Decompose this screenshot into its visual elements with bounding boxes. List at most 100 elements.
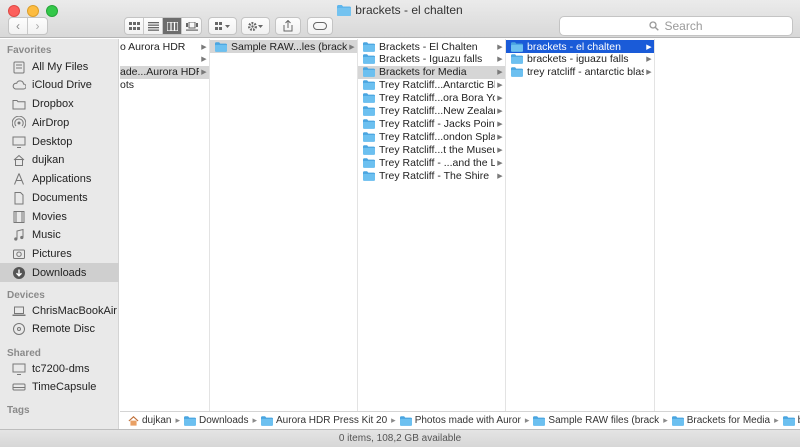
- sidebar-item-all-my-files[interactable]: All My Files: [0, 57, 119, 76]
- column-row[interactable]: ade...Aurora HDR ▶: [120, 65, 209, 79]
- column-row[interactable]: ▶: [120, 53, 209, 66]
- browser-column[interactable]: brackets - el chalten ▶ brackets - iguazu …: [506, 39, 655, 411]
- sidebar-item-desktop[interactable]: Desktop: [0, 132, 119, 151]
- path-separator-icon: ▸: [252, 415, 258, 425]
- column-row[interactable]: Brackets - Iguazu falls ▶: [358, 53, 505, 66]
- search-field[interactable]: Search: [559, 16, 793, 36]
- icon-view-button[interactable]: [125, 18, 144, 34]
- column-row-label: Trey Ratcliff...New Zealand: [379, 105, 495, 117]
- favorites-header: Favorites: [7, 45, 52, 56]
- folder-icon: [363, 41, 375, 52]
- column-row-label: Trey Ratcliff...ondon Splash: [379, 130, 495, 143]
- column-row[interactable]: Brackets for Media ▶: [358, 65, 505, 79]
- column-row-label: Trey Ratcliff - Jacks Point: [379, 117, 495, 130]
- disc-icon: [13, 323, 25, 336]
- column-row-label: brackets - iguazu falls: [527, 53, 629, 66]
- path-bar: dujkan ▸ Downloads ▸ Aurora HDR Press Kit 20…: [120, 411, 800, 429]
- pictures-icon: [13, 249, 25, 259]
- column-row[interactable]: brackets - el chalten ▶: [506, 40, 654, 53]
- browser-column[interactable]: o Aurora HDR ▶ ▶ ade...Aurora HDR ▶ ots: [120, 39, 210, 411]
- sidebar-item-remote-disc[interactable]: Remote Disc: [0, 320, 119, 339]
- devices-header: Devices: [7, 290, 45, 301]
- action-button[interactable]: [241, 17, 270, 35]
- column-row[interactable]: Trey Ratcliff - The Shire ▶: [358, 169, 505, 182]
- column-row-label: Brackets - El Chalten: [379, 40, 478, 53]
- browser-column-empty[interactable]: [655, 39, 800, 411]
- disclosure-arrow-icon: ▶: [497, 120, 503, 128]
- column-row[interactable]: Trey Ratcliff...ondon Splash ▶: [358, 130, 505, 143]
- sidebar-item-tc7200-dms[interactable]: tc7200-dms: [0, 359, 119, 378]
- monitor-icon: [12, 363, 26, 375]
- sidebar: Favorites All My Files iCloud Drive Dropbo…: [0, 39, 119, 447]
- column-row[interactable]: ots: [120, 79, 209, 92]
- sidebar-item-music[interactable]: Music: [0, 226, 119, 245]
- folder-icon: [363, 93, 375, 103]
- column-row[interactable]: Trey Ratcliff - ...and the Lake▶: [358, 156, 505, 169]
- list-view-button[interactable]: [144, 18, 163, 34]
- column-row[interactable]: Trey Ratcliff...New Zealand ▶: [358, 105, 505, 118]
- column-view-button[interactable]: [163, 18, 182, 34]
- downloads-icon: [13, 266, 25, 279]
- status-bar: 0 items, 108,2 GB available: [0, 429, 800, 447]
- sidebar-item-label: All My Files: [32, 60, 89, 73]
- sidebar-item-dropbox[interactable]: Dropbox: [0, 95, 119, 114]
- path-item[interactable]: Aurora HDR Press Kit 20: [261, 415, 387, 426]
- column-row-label: ade...Aurora HDR: [120, 66, 199, 79]
- sidebar-item-airdrop[interactable]: AirDrop: [0, 113, 119, 132]
- column-row[interactable]: trey ratcliff - antarctic blast ▶: [506, 66, 654, 79]
- folder-icon: [533, 415, 546, 426]
- path-item[interactable]: Sample RAW files (brack: [533, 415, 659, 426]
- path-item[interactable]: Downloads: [184, 415, 248, 426]
- sidebar-item-icloud-drive[interactable]: iCloud Drive: [0, 76, 119, 95]
- view-mode-buttons: [124, 17, 202, 35]
- disclosure-arrow-icon: ▶: [201, 69, 207, 77]
- disclosure-arrow-icon: ▶: [497, 69, 503, 77]
- sidebar-item-label: Music: [32, 229, 61, 242]
- desktop-icon: [12, 136, 26, 148]
- browser-column[interactable]: Sample RAW...les (brackets)▶: [210, 39, 358, 411]
- path-item[interactable]: Brackets for Media: [671, 415, 770, 426]
- sidebar-item-label: Applications: [32, 173, 92, 185]
- folder-icon: [12, 100, 26, 110]
- share-button[interactable]: [275, 17, 301, 35]
- folder-icon: [671, 415, 684, 426]
- path-item[interactable]: dujkan: [128, 415, 171, 426]
- arrange-button[interactable]: [208, 17, 237, 35]
- sidebar-item-downloads[interactable]: Downloads: [0, 263, 119, 283]
- sidebar-item-documents[interactable]: Documents: [0, 188, 119, 207]
- sidebar-item-timecapsule[interactable]: TimeCapsule: [0, 378, 119, 397]
- folder-icon: [363, 132, 375, 142]
- documents-icon: [14, 191, 24, 205]
- sidebar-item-dujkan[interactable]: dujkan: [0, 151, 119, 170]
- forward-button[interactable]: ›: [28, 18, 47, 34]
- column-row[interactable]: o Aurora HDR ▶: [120, 40, 209, 53]
- sidebar-item-applications[interactable]: Applications: [0, 170, 119, 189]
- column-row[interactable]: Brackets - El Chalten ▶: [358, 40, 505, 53]
- path-item[interactable]: brackets - el chalten: [782, 415, 800, 426]
- column-row[interactable]: Trey Ratcliff...t the Museum ▶: [358, 143, 505, 156]
- disclosure-arrow-icon: ▶: [201, 43, 207, 51]
- sidebar-item-label: AirDrop: [32, 116, 70, 129]
- search-placeholder: Search: [664, 19, 703, 33]
- folder-icon: [511, 67, 523, 78]
- column-row[interactable]: brackets - iguazu falls ▶: [506, 53, 654, 66]
- cloud-icon: [12, 80, 26, 90]
- airdrop-icon: [12, 115, 26, 128]
- sidebar-item-chrismacbookair[interactable]: ChrisMacBookAir: [0, 301, 119, 320]
- sidebar-item-label: Dropbox: [32, 98, 74, 110]
- folder-icon: [511, 54, 523, 65]
- sidebar-item-movies[interactable]: Movies: [0, 207, 119, 226]
- column-row[interactable]: Trey Ratcliff...Antarctic Blast▶: [358, 79, 505, 92]
- browser-column[interactable]: Brackets - El Chalten ▶ Brackets - Iguazu …: [358, 39, 506, 411]
- window-title-text: brackets - el chalten: [355, 3, 463, 17]
- cover-flow-button[interactable]: [182, 18, 201, 34]
- folder-icon: [215, 41, 227, 52]
- tag-button[interactable]: [307, 17, 333, 35]
- column-row[interactable]: Trey Ratcliff...ora Bora Yoga▶: [358, 92, 505, 105]
- path-separator-icon: ▸: [391, 415, 396, 425]
- back-button[interactable]: ‹: [9, 18, 28, 34]
- column-row[interactable]: Trey Ratcliff - Jacks Point ▶: [358, 117, 505, 130]
- sidebar-item-pictures[interactable]: Pictures: [0, 245, 119, 264]
- path-item[interactable]: Photos made with Auror: [399, 415, 521, 426]
- column-row[interactable]: Sample RAW...les (brackets)▶: [210, 40, 357, 53]
